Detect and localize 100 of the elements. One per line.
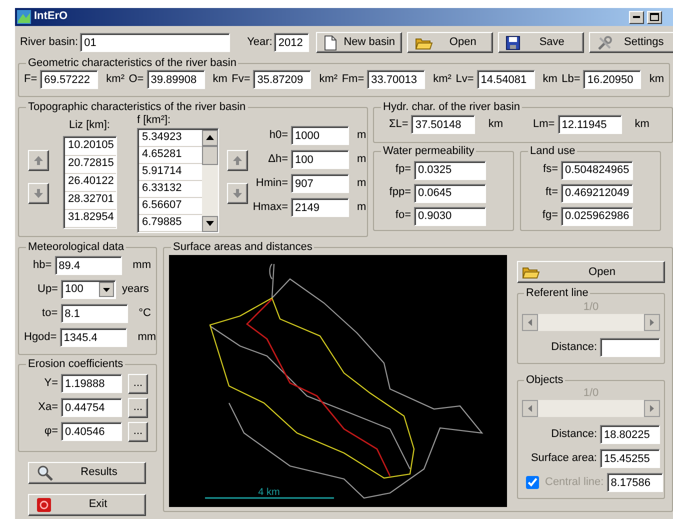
field-label: hb=: [32, 259, 52, 272]
toolbar-button[interactable]: Open: [407, 32, 494, 53]
field-label: Lm=: [533, 118, 555, 132]
field-label: Hgod=: [24, 331, 57, 344]
input-field[interactable]: 39.89908: [146, 70, 205, 90]
input-field[interactable]: [600, 338, 660, 357]
scrollbar[interactable]: [522, 400, 660, 418]
dropdown-field[interactable]: 100: [61, 280, 116, 300]
field-label: Xa=: [37, 400, 58, 414]
action-button[interactable]: Results: [28, 462, 146, 484]
browse-button[interactable]: ...: [128, 422, 148, 442]
field-label: F=: [24, 73, 38, 86]
input-field[interactable]: 0.44754: [61, 398, 122, 418]
input-field[interactable]: 0.469212049: [561, 184, 633, 203]
field-label: Lb=: [562, 73, 580, 86]
group-title: Hydr. char. of the river basin: [382, 101, 521, 114]
input-field[interactable]: 14.54081: [476, 70, 535, 90]
unit-label: m: [357, 153, 366, 166]
input-field[interactable]: 907: [291, 174, 349, 194]
input-field[interactable]: 16.20950: [583, 70, 642, 90]
group-title: Water permeability: [382, 145, 476, 159]
unit-label: m: [357, 177, 366, 190]
group-title: Objects: [525, 374, 564, 387]
folder-icon: [522, 265, 540, 280]
browse-button[interactable]: ...: [128, 398, 148, 418]
group-title: Geometric characteristics of the river basin: [27, 57, 238, 70]
arrow-up-icon: [34, 156, 43, 166]
maximize-button[interactable]: [647, 10, 662, 24]
input-field[interactable]: 0.9030: [414, 206, 486, 226]
browse-button[interactable]: ...: [128, 374, 148, 394]
group-title: Referent line: [525, 287, 590, 301]
document-icon: [324, 34, 338, 50]
unit-label: km: [634, 118, 650, 132]
field-label: Surface area:: [530, 452, 597, 466]
input-field[interactable]: 2149: [291, 198, 349, 218]
field-label: fpp=: [388, 186, 411, 200]
toolbar-button[interactable]: Save: [498, 32, 584, 53]
field-label: Distance:: [551, 340, 597, 354]
group-title: Erosion coefficients: [27, 358, 124, 372]
list-item[interactable]: 28.32701: [65, 192, 116, 210]
move-up-button[interactable]: [28, 150, 49, 172]
input-field[interactable]: 37.50148: [411, 115, 476, 134]
unit-label: mm: [132, 259, 151, 272]
minimize-button[interactable]: [629, 10, 644, 24]
field-label: φ=: [43, 424, 58, 438]
list-item[interactable]: 26.40122: [65, 174, 116, 192]
scrollbar[interactable]: [522, 314, 660, 331]
unit-label: m: [357, 129, 366, 142]
field-label: Lv=: [456, 73, 474, 86]
input-field[interactable]: 01: [80, 33, 230, 52]
move-down-button[interactable]: [227, 183, 248, 204]
input-field[interactable]: 2012: [274, 33, 310, 52]
input-field[interactable]: 18.80225: [600, 425, 660, 444]
field-label: O=: [128, 73, 144, 86]
field-label: Y=: [43, 376, 58, 390]
input-field[interactable]: 1345.4: [60, 328, 127, 348]
exit-icon: [37, 498, 51, 512]
input-field[interactable]: 8.1: [60, 304, 128, 324]
input-field[interactable]: 0.0645: [414, 184, 486, 203]
field-label: h0=: [268, 129, 288, 142]
list-item[interactable]: 10.20105: [65, 138, 116, 156]
unit-label: km: [212, 73, 228, 86]
group-title: Topographic characteristics of the river basin: [27, 101, 247, 114]
list-item[interactable]: 31.82954: [65, 210, 116, 228]
input-field[interactable]: 0.0325: [414, 160, 486, 180]
input-field[interactable]: 1.19888: [61, 374, 122, 394]
field-label: Hmin=: [254, 177, 288, 190]
field-label: ft=: [544, 186, 558, 200]
field-label: Hmax=: [252, 201, 288, 214]
minimize-icon: [633, 16, 640, 18]
move-up-button[interactable]: [227, 150, 248, 172]
action-button[interactable]: Exit: [28, 494, 146, 516]
list-label: Liz [km]:: [69, 119, 111, 133]
input-field[interactable]: 0.40546: [61, 422, 122, 442]
toolbar-button[interactable]: Settings: [589, 32, 673, 53]
input-field[interactable]: 0.025962986: [561, 206, 633, 226]
field-label: ΣL=: [389, 118, 408, 132]
input-field[interactable]: 35.87209: [253, 70, 312, 90]
field-label: Δh=: [267, 153, 288, 166]
move-down-button[interactable]: [28, 183, 49, 204]
field-label: River basin:: [20, 36, 78, 50]
open-button[interactable]: Open: [517, 261, 665, 284]
unit-label: mm: [138, 331, 156, 344]
counter-label: 1/0: [583, 300, 599, 313]
input-field[interactable]: 12.11945: [558, 115, 622, 134]
field-label: Up=: [36, 283, 58, 296]
input-field[interactable]: 69.57222: [40, 70, 98, 90]
input-field[interactable]: 89.4: [54, 256, 122, 276]
input-field[interactable]: 15.45255: [600, 449, 660, 468]
input-field[interactable]: 0.504824965: [561, 160, 633, 180]
input-field[interactable]: 100: [291, 150, 349, 170]
input-field[interactable]: 1000: [291, 126, 349, 146]
unit-label: km: [542, 73, 558, 86]
list-item[interactable]: 20.72815: [65, 156, 116, 174]
field-label: Central line:: [545, 476, 604, 490]
input-field[interactable]: 33.70013: [367, 70, 426, 90]
magnifier-icon: [37, 464, 53, 481]
scrollbar[interactable]: [202, 130, 218, 232]
app-icon: [17, 10, 31, 24]
toolbar-button[interactable]: New basin: [316, 32, 402, 53]
